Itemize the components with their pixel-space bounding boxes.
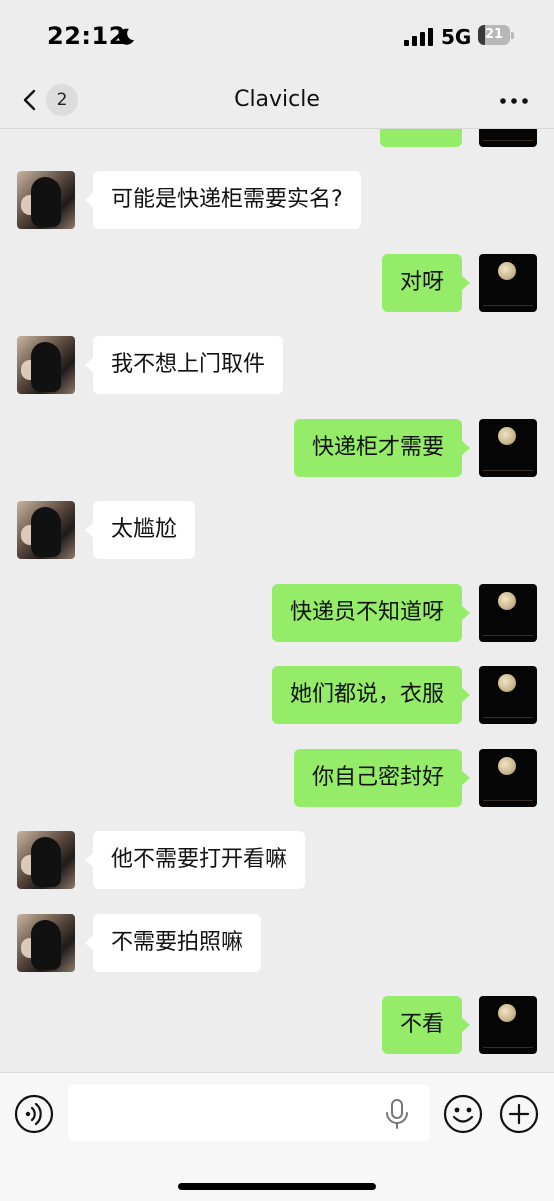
more-options-button[interactable] [494, 82, 534, 118]
chat-header: Clavicle 2 [0, 72, 554, 129]
contact-avatar[interactable] [17, 914, 75, 972]
chat-message-list[interactable]: 可能是快递柜需要实名? 对呀 我不想上门取件 快递柜才需要 太尴尬 快递员不知道… [0, 129, 554, 1072]
voice-icon [14, 1094, 54, 1134]
message-row: 不看 [0, 996, 554, 1054]
moon-icon [118, 28, 134, 45]
dictation-button[interactable] [384, 1099, 410, 1129]
voice-toggle-button[interactable] [14, 1094, 54, 1134]
self-avatar[interactable] [479, 666, 537, 724]
message-bubble-outgoing[interactable]: 快递柜才需要 [293, 419, 471, 477]
more-icon [500, 98, 528, 104]
contact-avatar[interactable] [17, 501, 75, 559]
message-bubble-outgoing[interactable]: 她们都说，衣服 [271, 666, 471, 724]
message-row: 她们都说，衣服 [0, 666, 554, 724]
self-avatar[interactable] [479, 129, 537, 147]
message-row-previous [0, 129, 554, 147]
status-time: 22:12 [47, 22, 126, 50]
message-row: 太尴尬 [0, 501, 554, 559]
self-avatar[interactable] [479, 749, 537, 807]
message-row: 对呀 [0, 254, 554, 312]
message-row: 他不需要打开看嘛 [0, 831, 554, 889]
self-avatar[interactable] [479, 996, 537, 1054]
message-bubble-incoming[interactable]: 可能是快递柜需要实名? [85, 171, 361, 229]
home-indicator[interactable] [178, 1183, 376, 1190]
message-row: 可能是快递柜需要实名? [0, 171, 554, 229]
message-bubble-incoming[interactable]: 不需要拍照嘛 [84, 914, 262, 972]
message-bubble-outgoing[interactable] [380, 129, 462, 147]
message-input[interactable] [68, 1085, 430, 1141]
message-row: 我不想上门取件 [0, 336, 554, 394]
battery-icon: 21 [478, 25, 514, 47]
back-chevron-icon [23, 89, 36, 111]
message-bubble-outgoing[interactable]: 你自己密封好 [293, 749, 471, 807]
message-row: 你自己密封好 [0, 749, 554, 807]
contact-avatar[interactable] [17, 831, 75, 889]
cellular-signal-icon [404, 28, 433, 46]
message-bubble-outgoing[interactable]: 快递员不知道呀 [271, 584, 471, 642]
status-bar: 22:12 5G 21 [0, 0, 554, 72]
emoji-icon [443, 1094, 483, 1134]
message-bubble-incoming[interactable]: 他不需要打开看嘛 [84, 831, 306, 889]
contact-avatar[interactable] [17, 336, 75, 394]
message-row: 不需要拍照嘛 [0, 914, 554, 972]
contact-avatar[interactable] [17, 171, 75, 229]
microphone-icon [386, 1099, 408, 1129]
back-button[interactable]: 2 [16, 78, 86, 122]
emoji-button[interactable] [443, 1094, 483, 1134]
self-avatar[interactable] [479, 419, 537, 477]
self-avatar[interactable] [479, 254, 537, 312]
battery-level: 21 [484, 27, 504, 42]
message-bubble-incoming[interactable]: 我不想上门取件 [84, 336, 284, 394]
self-avatar[interactable] [479, 584, 537, 642]
network-type: 5G [441, 25, 472, 49]
message-bubble-outgoing[interactable]: 不看 [381, 996, 471, 1054]
input-bar [0, 1072, 554, 1201]
more-functions-button[interactable] [499, 1094, 539, 1134]
unread-count-badge: 2 [46, 84, 78, 116]
message-row: 快递柜才需要 [0, 419, 554, 477]
message-bubble-incoming[interactable]: 太尴尬 [84, 501, 196, 559]
message-row: 快递员不知道呀 [0, 584, 554, 642]
message-bubble-outgoing[interactable]: 对呀 [381, 254, 471, 312]
add-icon [499, 1094, 539, 1134]
